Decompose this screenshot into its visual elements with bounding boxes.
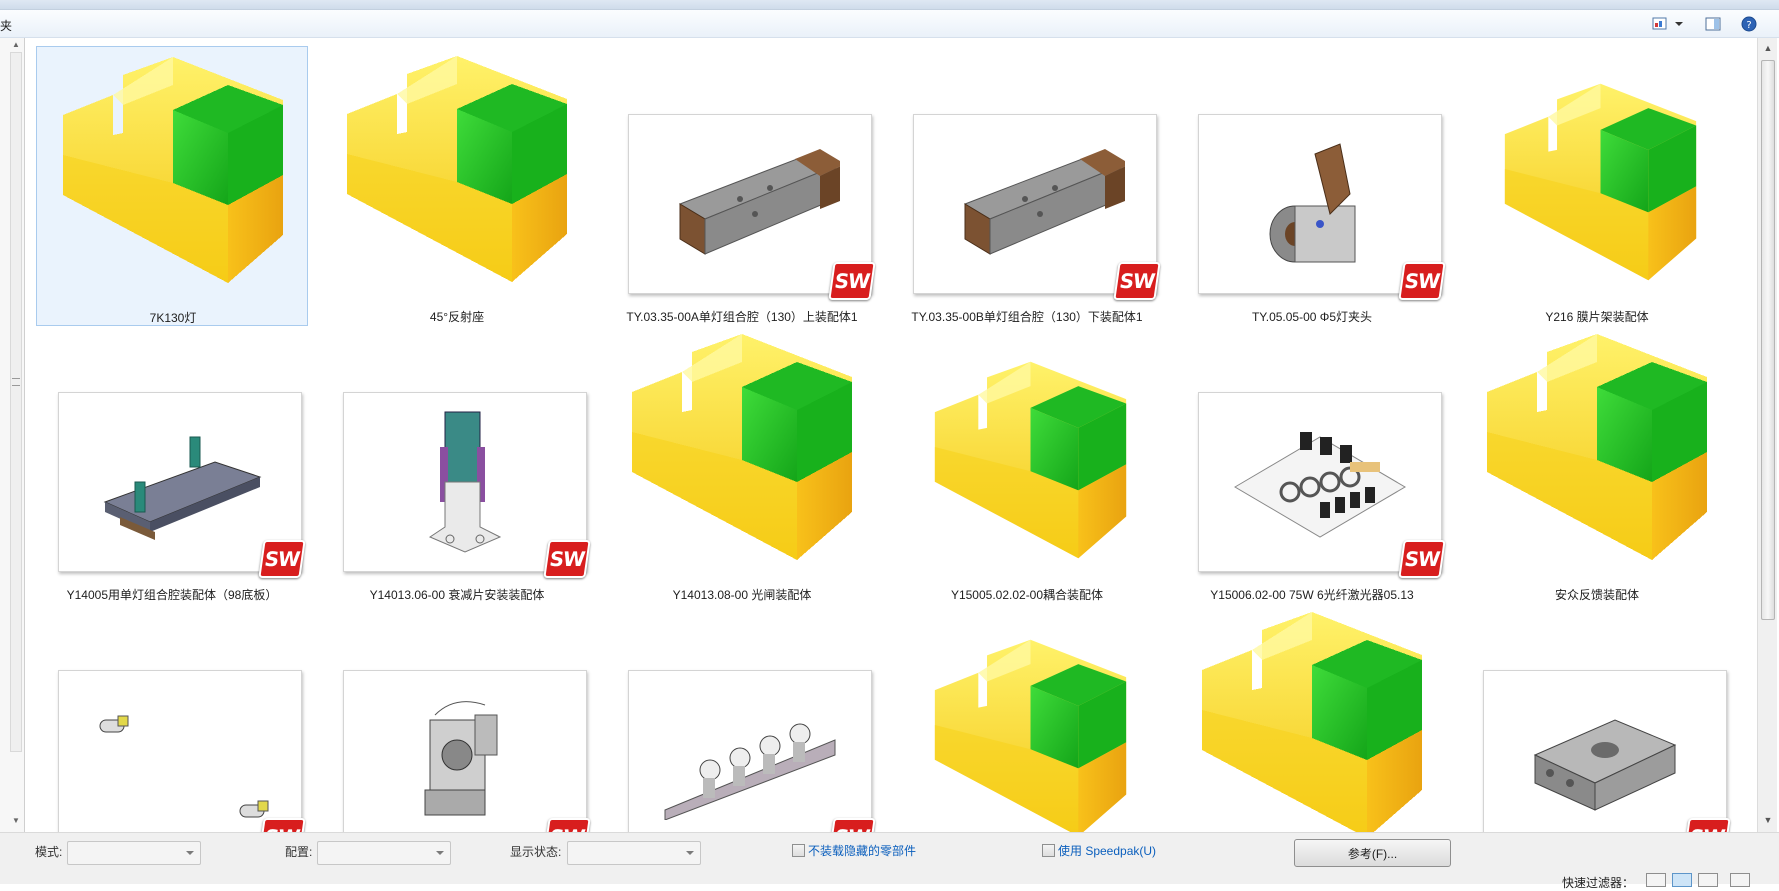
file-item[interactable]: SW Y14013.06-00 衰减片安装装配体 [321,324,593,604]
solidworks-badge-icon: SW [828,262,876,300]
open-options-bar: 模式: 配置: 显示状态: 不装载隐藏的零部件 使用 Speedpak(U) 参… [0,832,1779,890]
file-name-label: 45°反射座 [429,310,485,324]
file-name-label: Y15005.02.02-00耦合装配体 [950,588,1104,602]
config-select[interactable] [317,841,451,865]
file-name-label: TY.05.05-00 Φ5灯夹头 [1251,310,1373,324]
mode-label: 模式: [35,845,63,859]
file-thumbnail: SW [618,610,876,832]
quick-filter-label: 快速过滤器： [1562,876,1635,890]
chevron-down-icon [436,851,444,855]
solidworks-badge-icon: SW [1113,262,1161,300]
file-thumbnail: SW [48,332,306,578]
generic-assembly-icon [49,55,297,285]
file-item[interactable]: 7K130灯 [36,46,308,326]
file-name-label: Y216 膜片架装配体 [1545,310,1649,324]
file-item[interactable]: SW TY.03.35-00B单灯组合腔（130）下装配体1 [891,46,1163,326]
file-name-label: TY.03.35-00B单灯组合腔（130）下装配体1 [911,310,1143,324]
speedpak-label[interactable]: 使用 Speedpak(U) [1058,842,1156,859]
window-top-strip [0,0,1779,10]
hide-parts-checkbox[interactable] [792,844,805,857]
file-item[interactable]: Y15005.02.02-00耦合装配体 [891,324,1163,604]
solidworks-badge-icon: SW [543,540,591,578]
file-item[interactable]: 45°反射座 [321,46,593,326]
file-item[interactable]: SW TY.03.35-00A单灯组合腔（130）上装配体1 [606,46,878,326]
generic-assembly-icon [903,610,1151,832]
scroll-up-icon[interactable]: ▲ [12,40,20,49]
preview-pane-icon[interactable] [1704,15,1722,33]
cad-preview [1483,670,1727,832]
generic-assembly-icon [1473,332,1721,562]
solidworks-badge-icon: SW [258,540,306,578]
cad-preview [628,670,872,832]
file-thumbnail: SW [1188,332,1446,578]
dialog-header: 夹 ? [0,10,1779,38]
file-thumbnail: SW [903,54,1161,300]
display-state-select[interactable] [567,841,701,865]
cad-preview [58,670,302,832]
file-thumbnail: SW [333,610,591,832]
generic-assembly-icon [618,332,866,562]
file-item[interactable]: 安众反馈装配体 [1461,324,1733,604]
chevron-down-icon[interactable] [1670,15,1688,33]
file-item[interactable]: SW TY.05.05-00 Φ5灯夹头 [1176,46,1448,326]
solidworks-badge-icon: SW [1398,262,1446,300]
file-thumbnail: SW [48,610,306,832]
solidworks-badge-icon: SW [543,818,591,832]
solidworks-badge-icon: SW [828,818,876,832]
generic-assembly-icon [903,332,1151,562]
generic-assembly-icon [1188,610,1436,832]
folder-title: 夹 [0,19,13,33]
file-thumbnail: SW [618,54,876,300]
solidworks-badge-icon: SW [258,818,306,832]
help-icon[interactable]: ? [1740,15,1758,33]
scroll-up-arrow-icon[interactable]: ▲ [1758,40,1778,57]
scroll-thumb[interactable] [1761,60,1775,620]
file-item[interactable] [1176,602,1448,832]
file-item[interactable]: SW [1461,602,1733,832]
filter-top-level-button[interactable] [1730,873,1750,887]
vertical-scrollbar[interactable]: ▲ ▼ [1757,38,1777,832]
display-state-label: 显示状态: [510,845,562,859]
file-item[interactable]: SW Y14005用单灯组合腔装配体（98底板） [36,324,308,604]
file-item[interactable]: SW Y15006.02-00 75W 6光纤激光器05.13 [1176,324,1448,604]
navigation-pane[interactable]: ▲ ▼ [0,38,25,838]
svg-text:?: ? [1746,20,1751,31]
file-name-label: Y14005用单灯组合腔装配体（98底板） [66,588,278,602]
navigation-scrollbar[interactable] [10,52,22,752]
generic-assembly-icon [333,54,581,284]
file-item[interactable]: SW [36,602,308,832]
scroll-down-arrow-icon[interactable]: ▼ [1758,812,1778,829]
file-thumbnail-grid[interactable]: 7K130灯 45°反射座 SW TY.03.35-00A单灯组合腔（130）上装… [25,38,1755,832]
hide-parts-label[interactable]: 不装载隐藏的零部件 [808,842,916,859]
file-name-label: Y14013.08-00 光闸装配体 [672,588,812,602]
filter-drawings-button[interactable] [1698,873,1718,887]
speedpak-checkbox[interactable] [1042,844,1055,857]
scroll-grip-icon [12,378,20,386]
chevron-down-icon [686,851,694,855]
reference-button[interactable]: 参考(F)... [1294,839,1451,867]
filter-parts-button[interactable] [1646,873,1666,887]
file-name-label: Y14013.06-00 衰减片安装装配体 [369,588,545,602]
solidworks-badge-icon: SW [1398,540,1446,578]
file-name-label: TY.03.35-00A单灯组合腔（130）上装配体1 [626,310,858,324]
file-item[interactable] [891,602,1163,832]
file-thumbnail: SW [1473,610,1731,832]
solidworks-badge-icon: SW [1683,818,1731,832]
file-name-label: 安众反馈装配体 [1554,588,1639,602]
generic-assembly-icon [1473,54,1721,284]
file-item[interactable]: Y216 膜片架装配体 [1461,46,1733,326]
filter-assemblies-button[interactable] [1672,873,1692,887]
chevron-down-icon [186,851,194,855]
config-label: 配置: [285,845,313,859]
file-thumbnail: SW [1188,54,1446,300]
file-item[interactable]: Y14013.08-00 光闸装配体 [606,324,878,604]
mode-select[interactable] [67,841,201,865]
file-name-label: Y15006.02-00 75W 6光纤激光器05.13 [1210,588,1414,602]
file-item[interactable]: SW [606,602,878,832]
cad-preview [343,670,587,832]
view-options-icon[interactable] [1651,15,1669,33]
file-thumbnail: SW [333,332,591,578]
file-item[interactable]: SW [321,602,593,832]
scroll-down-icon[interactable]: ▼ [12,816,20,825]
